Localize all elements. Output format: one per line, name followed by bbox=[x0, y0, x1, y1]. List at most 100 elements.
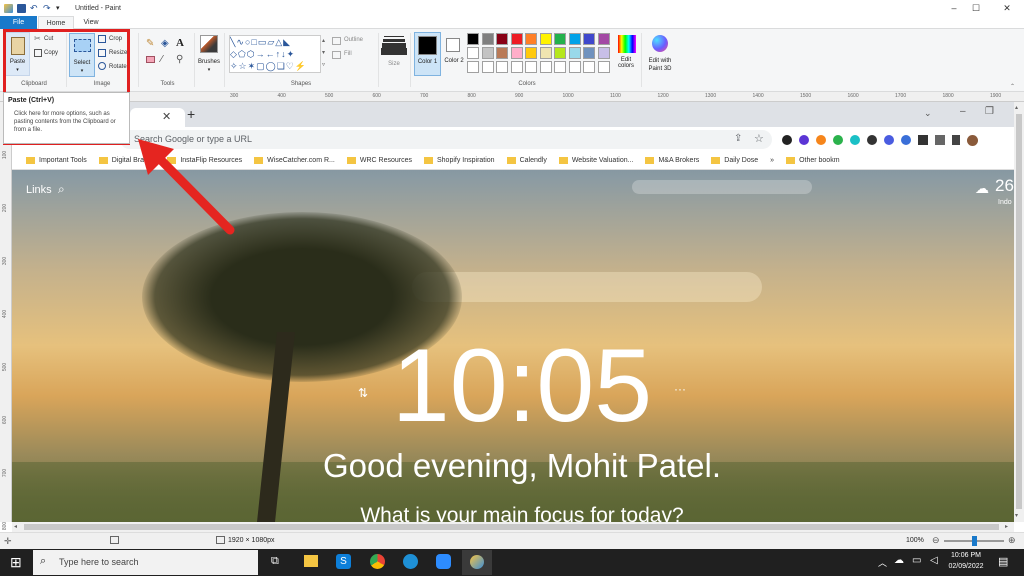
scroll-right-icon[interactable]: ▸ bbox=[1005, 523, 1008, 530]
zoom-slider-thumb[interactable] bbox=[972, 536, 977, 546]
custom-color-swatch[interactable] bbox=[539, 61, 552, 73]
skype-icon[interactable]: S bbox=[336, 554, 351, 569]
extension-icon[interactable] bbox=[901, 135, 911, 145]
save-icon[interactable] bbox=[17, 3, 26, 13]
custom-color-swatch[interactable] bbox=[510, 61, 523, 73]
color-swatch[interactable] bbox=[568, 47, 581, 59]
shapes-scroll-icon[interactable]: ▴ ▾ ▿ bbox=[322, 35, 328, 73]
bookmark-star-icon[interactable]: ☆ bbox=[754, 132, 764, 145]
color-swatch[interactable] bbox=[467, 33, 479, 45]
shapes-gallery[interactable]: ╲∿○□▭▱△◣ ◇⬠⬡→←↑↓✦ ✧☆✶▢◯❏♡⚡ bbox=[229, 35, 321, 73]
edit-colors-button[interactable]: Edit colors bbox=[615, 33, 637, 77]
color-swatch[interactable] bbox=[496, 47, 508, 59]
extension-icon[interactable] bbox=[850, 135, 860, 145]
color-swatch[interactable] bbox=[554, 47, 566, 59]
chrome-icon[interactable] bbox=[370, 554, 385, 569]
horizontal-scrollbar[interactable]: ◂ ▸ bbox=[12, 522, 1014, 532]
tab-file[interactable]: File bbox=[0, 16, 37, 29]
color-picker-icon[interactable]: ⁄ bbox=[161, 54, 163, 65]
vertical-scrollbar[interactable]: ▴ ▾ bbox=[1014, 102, 1024, 522]
links-label[interactable]: Links bbox=[26, 184, 52, 196]
zoom-out-button[interactable]: ⊖ bbox=[932, 535, 940, 546]
close-button[interactable]: ✕ bbox=[993, 0, 1021, 16]
color-swatch[interactable] bbox=[583, 47, 595, 59]
magnifier-icon[interactable]: ⚲ bbox=[176, 54, 183, 65]
taskbar-search-box[interactable]: ⌕ Type here to search bbox=[33, 550, 258, 575]
show-hidden-icons[interactable]: ︿ bbox=[878, 556, 887, 569]
color-swatch[interactable] bbox=[597, 33, 610, 45]
browser-minimize-button[interactable]: – bbox=[960, 106, 966, 117]
color1-button[interactable]: Color 1 bbox=[414, 32, 441, 76]
notifications-icon[interactable]: ▤ bbox=[998, 555, 1008, 568]
tab-view[interactable]: View bbox=[76, 16, 106, 29]
metamask-icon[interactable] bbox=[816, 135, 826, 145]
color-swatch[interactable] bbox=[481, 33, 494, 45]
pencil-icon[interactable]: ✎ bbox=[146, 38, 154, 49]
zoom-app-icon[interactable] bbox=[436, 554, 451, 569]
file-explorer-icon[interactable] bbox=[304, 555, 318, 567]
text-tool-icon[interactable]: A bbox=[176, 37, 184, 49]
task-view-icon[interactable]: ⧉ bbox=[271, 555, 279, 568]
custom-color-swatch[interactable] bbox=[525, 61, 537, 73]
browser-maximize-button[interactable]: ❐ bbox=[985, 106, 994, 117]
scroll-down-icon[interactable]: ▾ bbox=[1015, 512, 1018, 519]
color-swatch[interactable] bbox=[597, 47, 610, 59]
extension-icon[interactable] bbox=[833, 135, 843, 145]
scroll-thumb[interactable] bbox=[1016, 114, 1022, 509]
custom-color-swatch[interactable] bbox=[583, 61, 595, 73]
taskbar-time[interactable]: 10:06 PM bbox=[948, 552, 984, 559]
bookmark-item[interactable]: Website Valuation... bbox=[558, 157, 633, 164]
new-tab-button[interactable]: + bbox=[187, 106, 195, 122]
close-tab-icon[interactable]: ✕ bbox=[162, 110, 171, 123]
color-swatch[interactable] bbox=[496, 33, 508, 45]
onedrive-icon[interactable]: ☁ bbox=[894, 555, 904, 566]
bookmark-item[interactable]: Calendly bbox=[506, 157, 547, 164]
windows-start-icon[interactable]: ⊞ bbox=[10, 554, 22, 571]
eraser-icon[interactable] bbox=[146, 56, 155, 63]
volume-icon[interactable]: ◁ bbox=[930, 555, 938, 566]
color2-button[interactable]: Color 2 bbox=[443, 32, 465, 76]
redo-icon[interactable]: ↷ bbox=[43, 3, 52, 13]
scroll-thumb[interactable] bbox=[24, 524, 999, 530]
custom-color-swatch[interactable] bbox=[568, 61, 581, 73]
bookmark-item[interactable]: M&A Brokers bbox=[645, 157, 699, 164]
bookmark-item[interactable]: WRC Resources bbox=[346, 157, 412, 164]
bookmark-item[interactable]: WiseCatcher.com R... bbox=[254, 157, 335, 164]
extension-icon[interactable] bbox=[884, 135, 894, 145]
search-icon[interactable]: ⌕ bbox=[58, 182, 65, 197]
color-swatch[interactable] bbox=[525, 33, 537, 45]
extensions-puzzle-icon[interactable] bbox=[935, 135, 945, 145]
outline-dropdown[interactable]: Outline bbox=[344, 37, 363, 43]
clock-time[interactable]: 10:05 bbox=[372, 334, 672, 438]
size-button[interactable]: Size bbox=[383, 35, 405, 75]
paint-taskbar-button[interactable] bbox=[462, 550, 492, 575]
profile-avatar[interactable] bbox=[967, 134, 978, 146]
bookmark-item[interactable]: Important Tools bbox=[26, 157, 87, 164]
color-swatch[interactable] bbox=[554, 33, 566, 45]
extension-icon[interactable] bbox=[782, 135, 792, 145]
custom-color-swatch[interactable] bbox=[467, 61, 479, 73]
color-swatch[interactable] bbox=[510, 47, 523, 59]
scroll-left-icon[interactable]: ◂ bbox=[14, 523, 17, 530]
bookmarks-more-button[interactable]: » bbox=[770, 157, 774, 164]
share-icon[interactable]: ⇪ bbox=[734, 133, 742, 144]
bookmark-item[interactable]: Other bookm bbox=[786, 157, 840, 164]
zoom-in-button[interactable]: ⊕ bbox=[1008, 535, 1016, 546]
bookmark-item[interactable]: Shopify Inspiration bbox=[423, 157, 495, 164]
extension-icon[interactable] bbox=[918, 135, 928, 145]
extension-icon[interactable] bbox=[867, 135, 877, 145]
teamviewer-icon[interactable] bbox=[403, 554, 418, 569]
custom-color-swatch[interactable] bbox=[496, 61, 508, 73]
color-swatch[interactable] bbox=[510, 33, 523, 45]
bookmark-item[interactable]: Daily Dose bbox=[711, 157, 758, 164]
taskbar-date[interactable]: 02/09/2022 bbox=[944, 563, 988, 570]
undo-icon[interactable]: ↶ bbox=[30, 3, 39, 13]
collapse-ribbon-icon[interactable]: ⌃ bbox=[1010, 83, 1015, 90]
fill-dropdown[interactable]: Fill bbox=[344, 51, 352, 57]
maximize-button[interactable]: ☐ bbox=[962, 0, 990, 16]
scroll-up-icon[interactable]: ▴ bbox=[1015, 104, 1018, 111]
swap-icon[interactable]: ⇅ bbox=[358, 386, 368, 400]
browser-active-tab[interactable]: ✕ bbox=[130, 108, 185, 127]
color-swatch[interactable] bbox=[525, 47, 537, 59]
extension-icon[interactable] bbox=[799, 135, 809, 145]
